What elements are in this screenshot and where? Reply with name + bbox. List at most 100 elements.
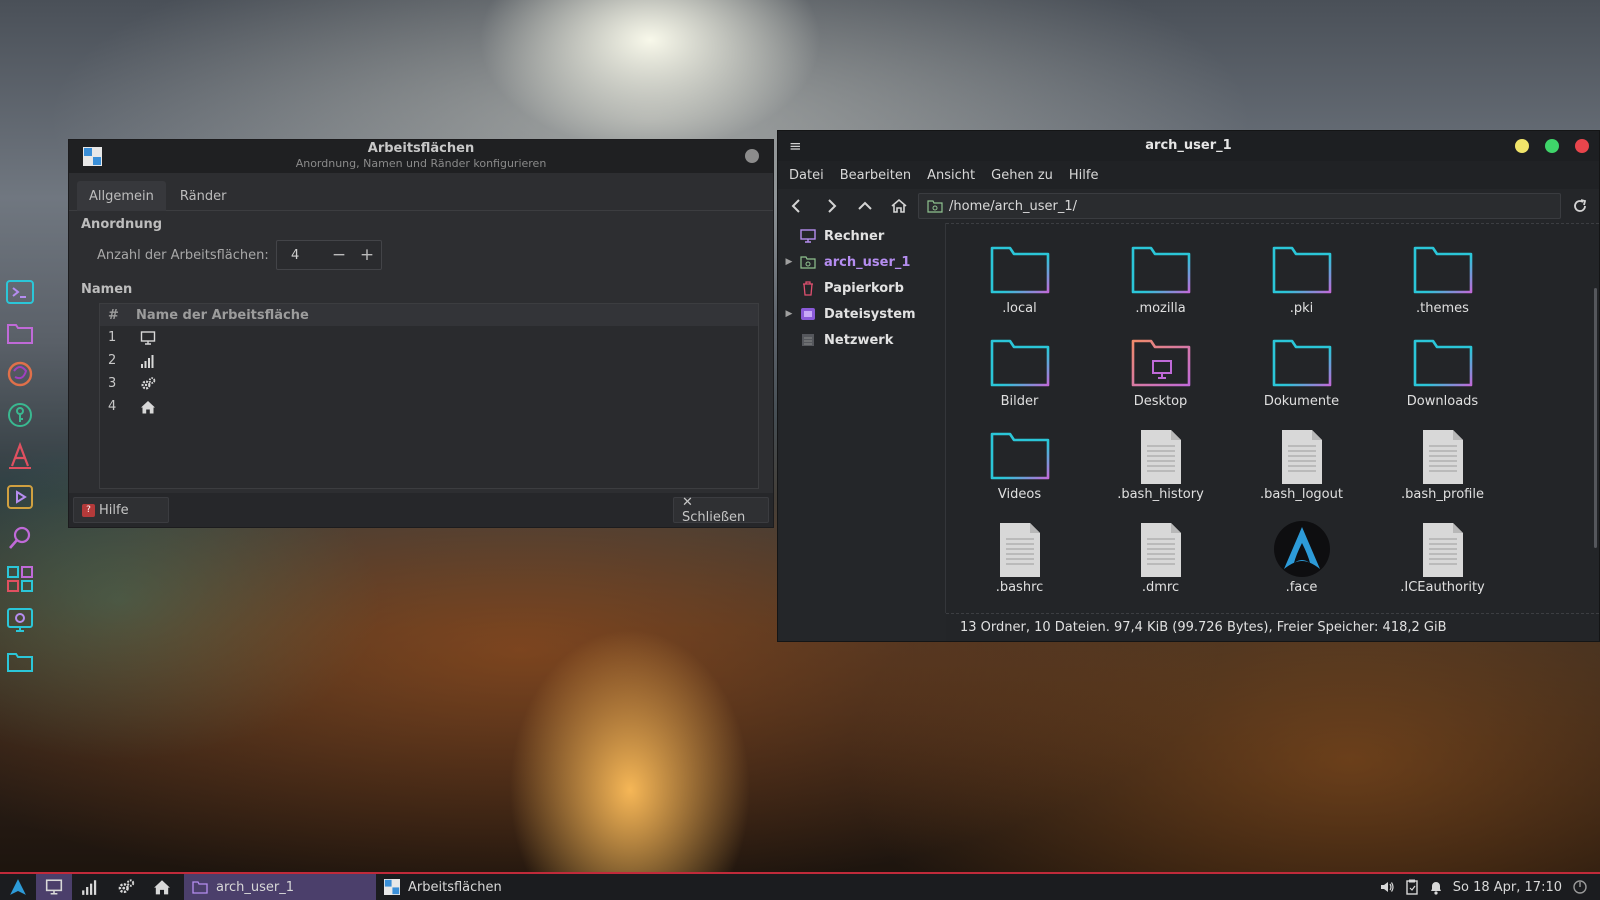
file-item[interactable]: .bash_history bbox=[1090, 428, 1231, 521]
vertical-scrollbar[interactable] bbox=[1594, 288, 1597, 548]
file-item[interactable]: .bash_logout bbox=[1231, 428, 1372, 521]
table-row[interactable]: 4 bbox=[100, 395, 758, 418]
up-button[interactable] bbox=[850, 192, 880, 220]
table-row[interactable]: 3 bbox=[100, 372, 758, 395]
location-bar[interactable]: /home/arch_user_1/ bbox=[918, 193, 1561, 219]
volume-icon[interactable] bbox=[1379, 879, 1395, 895]
fm-toolbar: /home/arch_user_1/ bbox=[778, 189, 1599, 223]
sidebar-item-rechner[interactable]: Rechner bbox=[778, 223, 945, 249]
forward-button[interactable] bbox=[816, 192, 846, 220]
tab-allgemein[interactable]: Allgemein bbox=[77, 181, 166, 211]
sidebar-item-netzwerk[interactable]: Netzwerk bbox=[778, 327, 945, 353]
search-launcher[interactable] bbox=[4, 522, 36, 554]
menu-item[interactable]: Datei bbox=[781, 168, 832, 183]
font-launcher[interactable] bbox=[4, 440, 36, 472]
minimize-button[interactable] bbox=[1515, 139, 1529, 153]
table-row[interactable]: 1 bbox=[100, 326, 758, 349]
file-item[interactable]: Bilder bbox=[949, 335, 1090, 428]
file-name: .bashrc bbox=[995, 580, 1044, 595]
workspace-count-value[interactable]: 4 bbox=[277, 248, 325, 263]
signal-bars-icon bbox=[82, 880, 97, 895]
sidebar-item-papierkorb[interactable]: Papierkorb bbox=[778, 275, 945, 301]
home-button[interactable] bbox=[884, 192, 914, 220]
file-name: Bilder bbox=[1000, 394, 1039, 409]
workspace-3-button[interactable] bbox=[108, 874, 144, 900]
workspace-count-stepper[interactable]: 4 − + bbox=[276, 240, 382, 270]
workspace-4-button[interactable] bbox=[144, 874, 180, 900]
file-item[interactable]: .face bbox=[1231, 521, 1372, 613]
file-item[interactable]: .bashrc bbox=[949, 521, 1090, 613]
application-menu-button[interactable] bbox=[0, 874, 36, 900]
folder-icon bbox=[1272, 339, 1331, 387]
file-item[interactable]: .dmrc bbox=[1090, 521, 1231, 613]
tab-raender[interactable]: Ränder bbox=[168, 181, 239, 211]
window-close-button[interactable] bbox=[1575, 139, 1589, 153]
taskbar-task[interactable]: arch_user_1 bbox=[184, 874, 376, 900]
dialog-titlebar[interactable]: Arbeitsflächen Anordnung, Namen und Ränd… bbox=[69, 140, 773, 173]
media-player-launcher[interactable] bbox=[4, 481, 36, 513]
file-item[interactable]: Downloads bbox=[1372, 335, 1513, 428]
folder-icon bbox=[990, 339, 1049, 387]
clipboard-icon[interactable] bbox=[1405, 879, 1419, 895]
bottom-taskbar: arch_user_1 Arbeitsflächen So 18 Apr, 17:… bbox=[0, 872, 1600, 900]
help-icon: ? bbox=[82, 503, 95, 517]
expander-arrow-icon[interactable]: ▶ bbox=[778, 309, 800, 319]
close-button[interactable]: ✕ Schließen bbox=[673, 495, 769, 525]
file-item[interactable]: Desktop bbox=[1090, 335, 1231, 428]
menu-item[interactable]: Ansicht bbox=[919, 168, 983, 183]
back-button[interactable] bbox=[782, 192, 812, 220]
screenshot-launcher[interactable] bbox=[4, 604, 36, 636]
menu-item[interactable]: Gehen zu bbox=[983, 168, 1061, 183]
sidebar-item-label: Papierkorb bbox=[824, 280, 904, 296]
power-icon[interactable] bbox=[1572, 879, 1588, 895]
location-path[interactable]: /home/arch_user_1/ bbox=[949, 199, 1077, 214]
file-name: .dmrc bbox=[1141, 580, 1180, 595]
file-grid[interactable]: .local .mozilla .pki .themes Bilder Desktop Do… bbox=[946, 223, 1599, 613]
menu-item[interactable]: Bearbeiten bbox=[832, 168, 919, 183]
terminal-launcher[interactable] bbox=[4, 276, 36, 308]
text-file-icon bbox=[1140, 523, 1181, 577]
file-item[interactable]: .mozilla bbox=[1090, 242, 1231, 335]
file-item[interactable]: .local bbox=[949, 242, 1090, 335]
decrement-button[interactable]: − bbox=[325, 245, 353, 265]
taskbar-task[interactable]: Arbeitsflächen bbox=[376, 874, 568, 900]
workspaces-app-icon bbox=[384, 879, 400, 895]
workspace-name-cell[interactable] bbox=[130, 353, 156, 369]
workspace-1-button[interactable] bbox=[36, 874, 72, 900]
fm-titlebar[interactable]: ≡ arch_user_1 bbox=[778, 131, 1599, 161]
refresh-button[interactable] bbox=[1565, 192, 1595, 220]
settings-manager-launcher[interactable] bbox=[4, 563, 36, 595]
firefox-launcher[interactable] bbox=[4, 358, 36, 390]
column-header-num[interactable]: # bbox=[100, 308, 130, 323]
column-header-name[interactable]: Name der Arbeitsfläche bbox=[130, 308, 309, 323]
file-item[interactable]: .pki bbox=[1231, 242, 1372, 335]
expander-arrow-icon[interactable]: ▶ bbox=[778, 257, 800, 267]
workspace-2-button[interactable] bbox=[72, 874, 108, 900]
file-item[interactable]: Dokumente bbox=[1231, 335, 1372, 428]
text-file-icon bbox=[1422, 523, 1463, 577]
clock[interactable]: So 18 Apr, 17:10 bbox=[1453, 880, 1562, 895]
sidebar-item-label: Netzwerk bbox=[824, 332, 894, 348]
table-row[interactable]: 2 bbox=[100, 349, 758, 372]
home-icon bbox=[154, 880, 170, 895]
dialog-close-icon[interactable] bbox=[745, 149, 759, 163]
file-name: .pki bbox=[1289, 301, 1314, 316]
keepass-launcher[interactable] bbox=[4, 399, 36, 431]
file-item[interactable]: .bash_profile bbox=[1372, 428, 1513, 521]
workspace-name-cell[interactable] bbox=[130, 376, 156, 392]
dialog-footer: ? Hilfe ✕ Schließen bbox=[69, 493, 773, 527]
file-item[interactable]: Videos bbox=[949, 428, 1090, 521]
file-item[interactable]: .ICEauthority bbox=[1372, 521, 1513, 613]
notification-bell-icon[interactable] bbox=[1429, 879, 1443, 895]
menu-item[interactable]: Hilfe bbox=[1061, 168, 1107, 183]
maximize-button[interactable] bbox=[1545, 139, 1559, 153]
help-button[interactable]: ? Hilfe bbox=[73, 497, 169, 523]
folder-launcher[interactable] bbox=[4, 317, 36, 349]
workspace-name-cell[interactable] bbox=[130, 399, 156, 415]
sidebar-item-arch-user-1[interactable]: ▶ arch_user_1 bbox=[778, 249, 945, 275]
files-launcher[interactable] bbox=[4, 645, 36, 677]
sidebar-item-dateisystem[interactable]: ▶ Dateisystem bbox=[778, 301, 945, 327]
increment-button[interactable]: + bbox=[353, 245, 381, 265]
workspace-name-cell[interactable] bbox=[130, 330, 156, 346]
file-item[interactable]: .themes bbox=[1372, 242, 1513, 335]
